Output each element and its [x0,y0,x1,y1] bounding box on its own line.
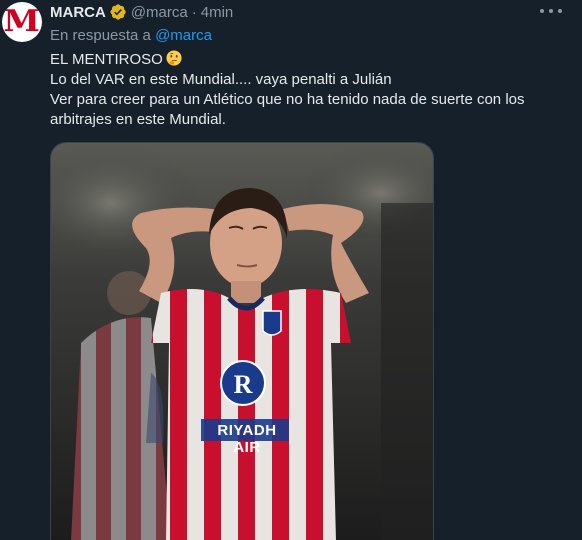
tweet[interactable]: M MARCA @marca · 4min En respuesta a @ma… [0,0,582,540]
reply-context: En respuesta a @marca [50,27,212,44]
player-photo: R [51,143,433,540]
tweet-header: MARCA @marca · 4min [50,2,233,22]
author-avatar[interactable]: M [2,2,42,42]
tweet-line-2: Lo del VAR en este Mundial.... vaya pena… [50,71,392,88]
sponsor-text: RIYADH AIR [217,422,277,456]
tweet-line-3: Ver para creer para un Atlético que no h… [50,91,525,128]
svg-text:R: R [234,370,253,399]
verified-badge-icon [110,4,126,20]
thinking-face-emoji [166,50,182,66]
tweet-line-1-text: EL MENTIROSO [50,51,163,68]
tweet-text: EL MENTIROSO Lo del VAR en este Mundial.… [50,50,550,130]
header-separator: · [191,3,197,21]
tweet-line-1: EL MENTIROSO [50,50,550,70]
reply-prefix: En respuesta a [50,27,151,44]
more-options-icon[interactable] [540,4,562,18]
tweet-media-image[interactable]: R RIYADH AIR [50,142,434,540]
author-handle[interactable]: @marca [131,4,188,21]
reply-to-handle[interactable]: @marca [155,27,212,44]
author-display-name[interactable]: MARCA [50,4,106,21]
avatar-letter: M [3,4,41,39]
tweet-timestamp[interactable]: 4min [201,4,234,21]
